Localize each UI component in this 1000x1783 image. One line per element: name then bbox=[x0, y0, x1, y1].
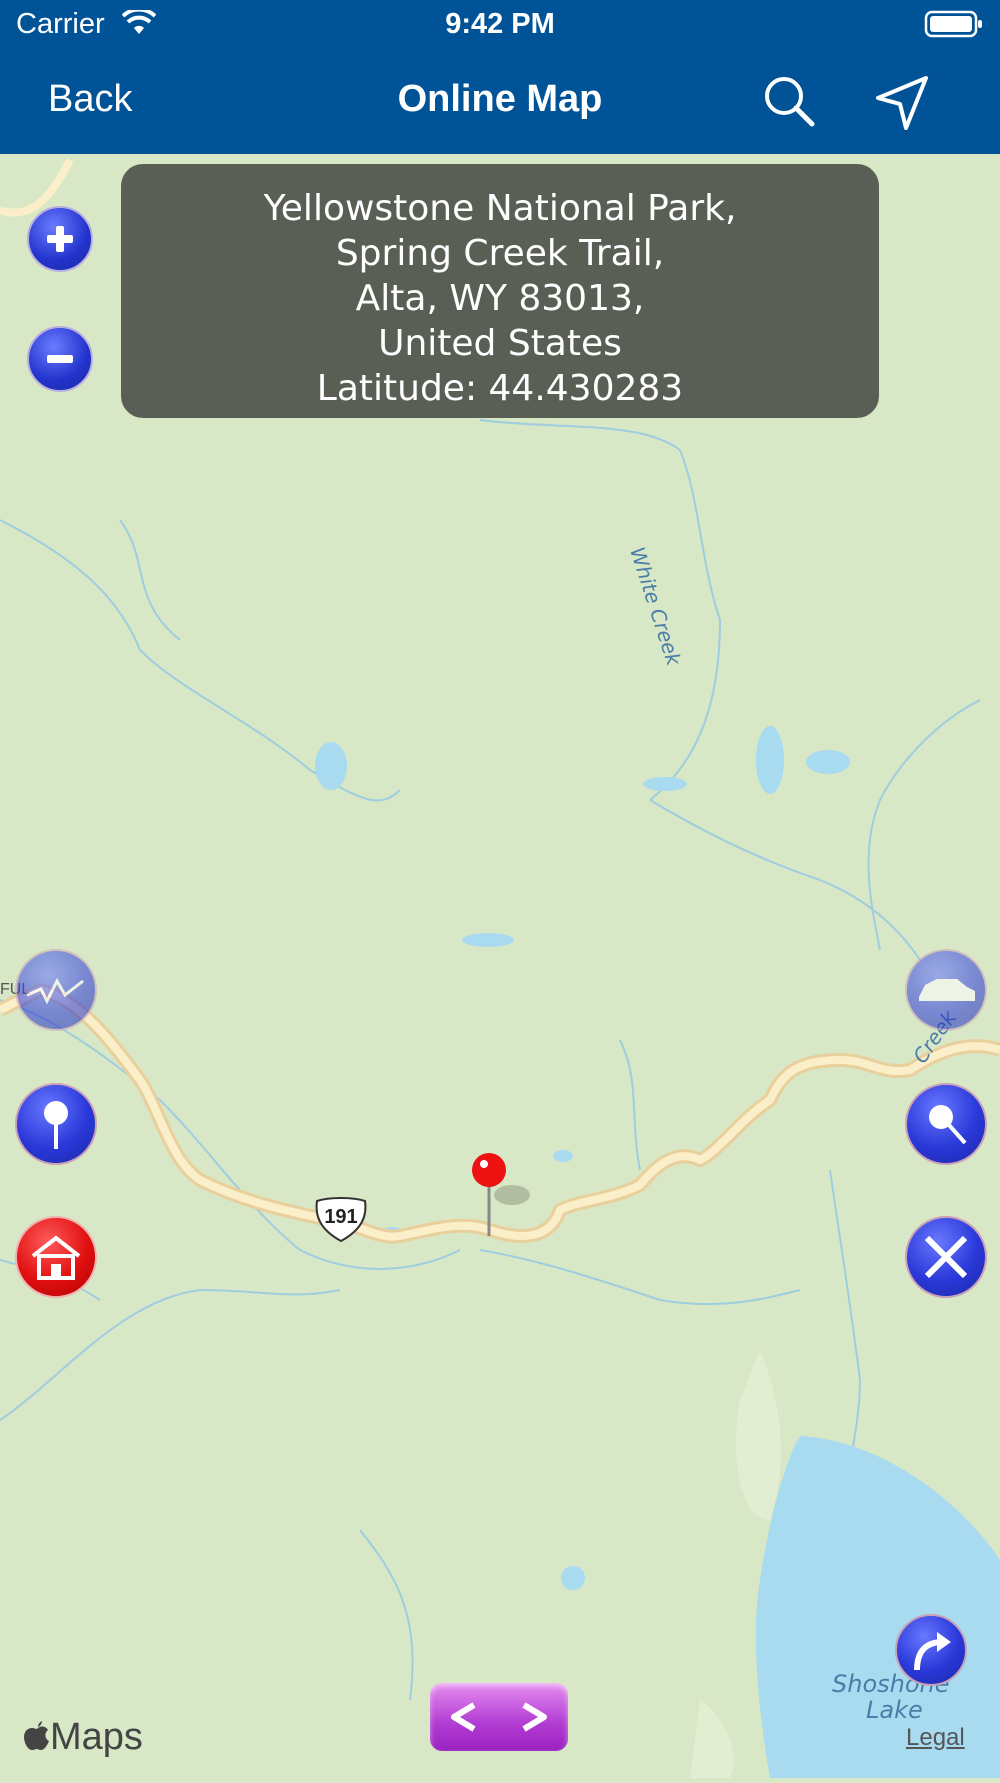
pin-icon bbox=[44, 1101, 68, 1149]
address-line: Spring Creek Trail, bbox=[335, 233, 665, 274]
page-title: Online Map bbox=[397, 78, 603, 120]
minus-icon bbox=[47, 355, 73, 363]
car-button[interactable] bbox=[905, 949, 987, 1031]
maps-label: Maps bbox=[50, 1716, 143, 1758]
legal-link[interactable]: Legal bbox=[906, 1724, 965, 1752]
signal-button[interactable] bbox=[15, 949, 97, 1031]
home-button[interactable] bbox=[15, 1216, 97, 1298]
nav-bar: Back Online Map bbox=[0, 50, 1000, 154]
chevron-pair-icon bbox=[451, 1702, 547, 1732]
pushpin-button[interactable] bbox=[905, 1083, 987, 1165]
pushpin-icon bbox=[929, 1105, 967, 1145]
address-line: Yellowstone National Park, bbox=[263, 188, 737, 229]
house-icon bbox=[31, 1235, 81, 1280]
signal-icon bbox=[26, 977, 84, 1005]
plus-icon bbox=[47, 226, 73, 252]
location-arrow-icon[interactable] bbox=[874, 74, 932, 137]
turn-arrow-icon bbox=[914, 1632, 951, 1671]
battery-icon bbox=[924, 10, 984, 43]
tools-button[interactable] bbox=[905, 1216, 987, 1298]
maps-logo: Maps bbox=[24, 1716, 143, 1759]
search-icon[interactable] bbox=[762, 74, 818, 135]
address-line: United States bbox=[378, 323, 622, 364]
tools-icon bbox=[924, 1235, 968, 1279]
pager-button[interactable] bbox=[430, 1683, 568, 1751]
clock: 9:42 PM bbox=[445, 8, 555, 40]
car-icon bbox=[919, 979, 975, 1001]
latitude-line: Latitude: 44.430283 bbox=[316, 368, 684, 409]
pin-button[interactable] bbox=[15, 1083, 97, 1165]
zoom-out-button[interactable] bbox=[27, 326, 93, 392]
directions-button[interactable] bbox=[895, 1614, 967, 1686]
apple-icon bbox=[24, 1721, 49, 1750]
lake-label: Lake bbox=[866, 1696, 923, 1724]
zoom-in-button[interactable] bbox=[27, 206, 93, 272]
address-info-box: Yellowstone National Park, Spring Creek … bbox=[121, 164, 879, 418]
status-bar: Carrier 9:42 PM bbox=[0, 0, 1000, 50]
address-line: Alta, WY 83013, bbox=[355, 278, 645, 319]
route-shield-number: 191 bbox=[324, 1206, 358, 1228]
